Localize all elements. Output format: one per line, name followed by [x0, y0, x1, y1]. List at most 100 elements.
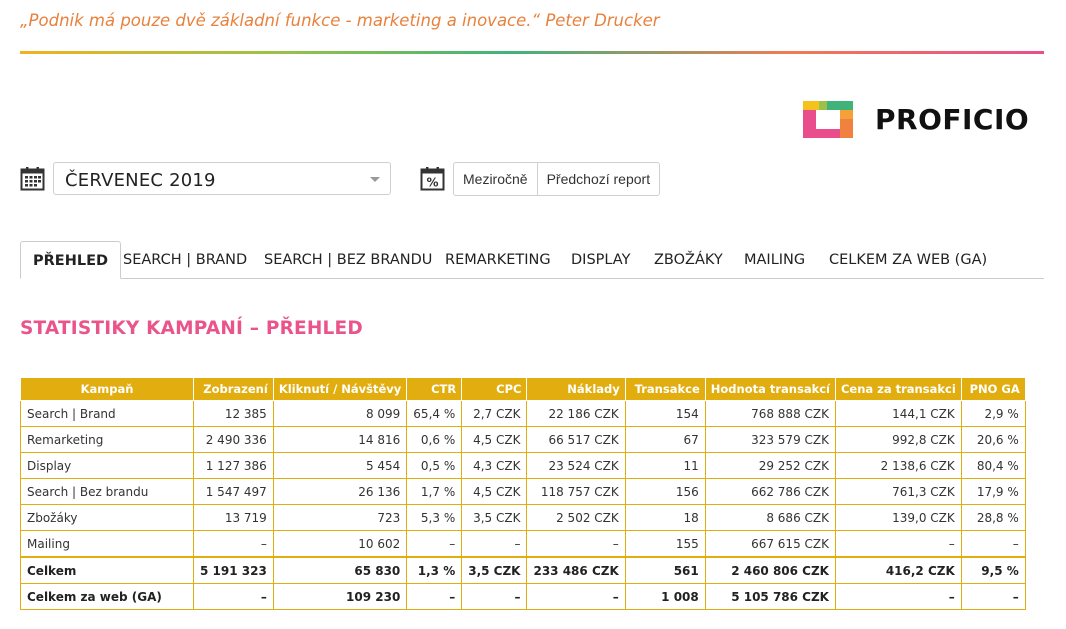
- table-cell: 67: [624, 426, 706, 453]
- table-cell: 1 127 386: [193, 452, 274, 479]
- table-cell: 65,4 %: [406, 400, 463, 427]
- column-header[interactable]: CPC: [461, 377, 528, 401]
- tab-display[interactable]: DISPLAY: [571, 241, 630, 279]
- table-cell: 8 686 CZK: [704, 504, 836, 531]
- table-cell: 667 615 CZK: [704, 530, 836, 558]
- table-cell: –: [193, 530, 274, 558]
- compare-button-group: Meziročně Předchozí report: [453, 162, 661, 196]
- month-select[interactable]: ČERVENEC 2019: [53, 162, 391, 195]
- table-cell: 9,5 %: [960, 556, 1026, 584]
- tab-mailing[interactable]: MAILING: [744, 241, 805, 279]
- table-cell: 10 602: [272, 530, 408, 558]
- table-cell: 1 008: [624, 583, 706, 610]
- table-cell: 22 186 CZK: [526, 400, 626, 427]
- table-cell: 26 136: [272, 478, 408, 505]
- table-row: Mailing – 10 602 – – – 155 667 615 CZK –…: [20, 530, 1026, 558]
- table-row: Zbožáky 13 719 723 5,3 % 3,5 CZK 2 502 C…: [20, 504, 1026, 531]
- chevron-down-icon[interactable]: [370, 177, 380, 182]
- table-cell: 4,3 CZK: [461, 452, 528, 479]
- table-cell: 156: [624, 478, 706, 505]
- table-cell: 66 517 CZK: [526, 426, 626, 453]
- table-cell: 18: [624, 504, 706, 531]
- table-cell: 5 454: [272, 452, 408, 479]
- table-cell: 723: [272, 504, 408, 531]
- table-header-row: Kampaň Zobrazení Kliknutí / Návštěvy CTR…: [20, 377, 1026, 401]
- brand-logo[interactable]: PROFICIO: [803, 100, 1029, 138]
- column-header[interactable]: Náklady: [526, 377, 626, 401]
- table-cell: 154: [624, 400, 706, 427]
- tab-search-brand[interactable]: SEARCH | BRAND: [123, 241, 247, 279]
- table-cell: 992,8 CZK: [834, 426, 962, 453]
- tab-web-total[interactable]: CELKEM ZA WEB (GA): [829, 241, 987, 279]
- table-cell: 109 230: [272, 583, 408, 610]
- table-cell: 3,5 CZK: [461, 556, 528, 584]
- table-cell: 233 486 CZK: [526, 556, 626, 584]
- column-header[interactable]: Cena za transakci: [834, 377, 962, 401]
- previous-report-button[interactable]: Předchozí report: [536, 163, 660, 195]
- table-total-row: Celkem 5 191 323 65 830 1,3 % 3,5 CZK 23…: [20, 556, 1026, 584]
- percent-calendar-icon: %: [420, 167, 445, 191]
- table-cell: Mailing: [20, 530, 194, 558]
- table-cell: 14 816: [272, 426, 408, 453]
- table-row: Search | Bez brandu 1 547 497 26 136 1,7…: [20, 478, 1026, 505]
- table-cell: –: [960, 583, 1026, 610]
- table-cell: 11: [624, 452, 706, 479]
- table-row: Display 1 127 386 5 454 0,5 % 4,3 CZK 23…: [20, 452, 1026, 479]
- column-header[interactable]: Zobrazení: [193, 377, 274, 401]
- table-cell: 5,3 %: [406, 504, 463, 531]
- svg-text:%: %: [426, 176, 438, 190]
- column-header[interactable]: Kampaň: [20, 377, 194, 401]
- table-cell: 2,9 %: [960, 400, 1026, 427]
- table-cell: Remarketing: [20, 426, 194, 453]
- brand-name: PROFICIO: [875, 102, 1030, 136]
- table-cell: 1,7 %: [406, 478, 463, 505]
- table-row: Search | Brand 12 385 8 099 65,4 % 2,7 C…: [20, 400, 1026, 427]
- table-cell: 5 191 323: [193, 556, 274, 584]
- table-cell: –: [834, 530, 962, 558]
- table-cell: 768 888 CZK: [704, 400, 836, 427]
- table-cell: 416,2 CZK: [834, 556, 962, 584]
- campaign-tabs: PŘEHLED SEARCH | BRAND SEARCH | BEZ BRAN…: [20, 241, 1044, 279]
- table-cell: Search | Bez brandu: [20, 478, 194, 505]
- tab-search-no-brand[interactable]: SEARCH | BEZ BRANDU: [264, 241, 432, 279]
- table-cell: 65 830: [272, 556, 408, 584]
- tab-overview[interactable]: PŘEHLED: [20, 241, 122, 279]
- table-cell: Zbožáky: [20, 504, 194, 531]
- table-cell: Display: [20, 452, 194, 479]
- table-cell: 761,3 CZK: [834, 478, 962, 505]
- table-cell: 29 252 CZK: [704, 452, 836, 479]
- table-cell: Celkem za web (GA): [20, 583, 194, 610]
- column-header[interactable]: PNO GA: [960, 377, 1026, 401]
- table-cell: –: [834, 583, 962, 610]
- column-header[interactable]: Kliknutí / Návštěvy: [272, 377, 408, 401]
- column-header[interactable]: Hodnota transakcí: [704, 377, 836, 401]
- table-cell: –: [526, 583, 626, 610]
- table-cell: 23 524 CZK: [526, 452, 626, 479]
- header-quote: „Podnik má pouze dvě základní funkce - m…: [20, 11, 660, 30]
- column-header[interactable]: CTR: [406, 377, 463, 401]
- table-cell: Search | Brand: [20, 400, 194, 427]
- calendar-icon: [20, 167, 45, 191]
- table-cell: 5 105 786 CZK: [704, 583, 836, 610]
- table-cell: 20,6 %: [960, 426, 1026, 453]
- table-cell: 1 547 497: [193, 478, 274, 505]
- table-cell: 2,7 CZK: [461, 400, 528, 427]
- tab-remarketing[interactable]: REMARKETING: [445, 241, 551, 279]
- table-cell: –: [461, 583, 528, 610]
- table-cell: –: [193, 583, 274, 610]
- tab-zbozaky[interactable]: ZBOŽÁKY: [654, 241, 723, 279]
- table-cell: –: [526, 530, 626, 558]
- month-select-value: ČERVENEC 2019: [65, 170, 216, 191]
- table-cell: Celkem: [20, 556, 194, 584]
- table-cell: 8 099: [272, 400, 408, 427]
- table-cell: 12 385: [193, 400, 274, 427]
- table-cell: 80,4 %: [960, 452, 1026, 479]
- table-cell: –: [406, 530, 463, 558]
- table-cell: 0,6 %: [406, 426, 463, 453]
- table-cell: 4,5 CZK: [461, 426, 528, 453]
- table-row: Remarketing 2 490 336 14 816 0,6 % 4,5 C…: [20, 426, 1026, 453]
- column-header[interactable]: Transakce: [624, 377, 706, 401]
- year-over-year-button[interactable]: Meziročně: [454, 163, 537, 195]
- table-cell: 13 719: [193, 504, 274, 531]
- proficio-logo-icon: [803, 100, 853, 138]
